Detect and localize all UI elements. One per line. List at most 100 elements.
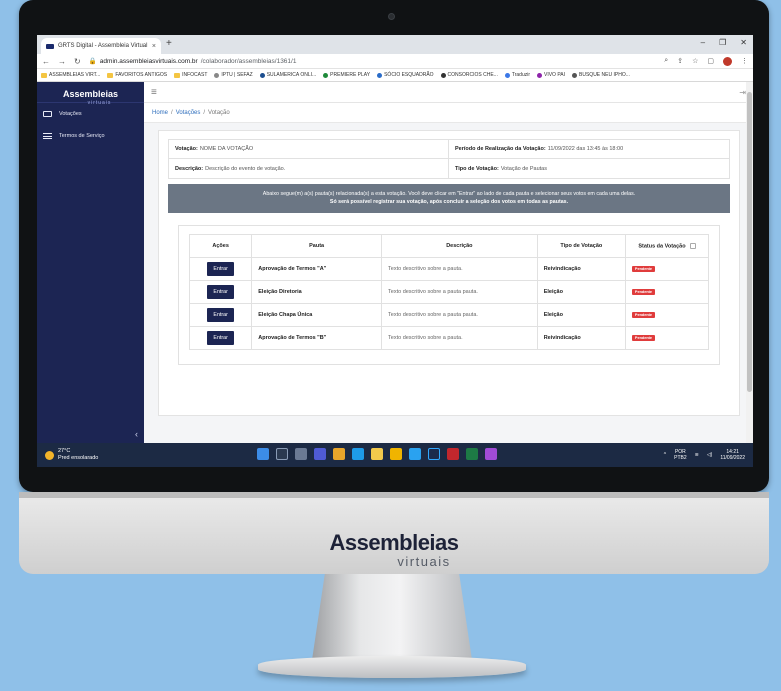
table-row: Entrar Aprovação de Termos "B" Texto des… [188, 325, 710, 350]
bookmark-item[interactable]: PREMIERE PLAY [323, 72, 370, 78]
scrollbar-thumb[interactable] [747, 92, 752, 392]
bookmark-item[interactable]: Traduzir [504, 72, 530, 78]
task-view-icon[interactable] [295, 448, 307, 460]
status-badge: Pendente [631, 311, 656, 318]
windows-start-icon[interactable] [257, 448, 269, 460]
breadcrumb: Home / Votações / Votação [144, 103, 753, 123]
col-header-descricao: Descrição [381, 233, 538, 258]
store-icon[interactable] [371, 448, 383, 460]
entrar-button[interactable]: Entrar [207, 330, 234, 345]
bookmark-item[interactable]: BUSQUE NEU IPHO... [572, 72, 630, 78]
reload-icon[interactable]: ↻ [74, 57, 81, 66]
chrome-icon[interactable] [333, 448, 345, 460]
sidebar-item-termos[interactable]: Termos de Serviço [37, 125, 144, 147]
address-bar: ← → ↻ 🔒 admin.assembleiasvirtuais.com.br… [37, 54, 753, 69]
edge-icon[interactable] [352, 448, 364, 460]
file-explorer-icon[interactable] [390, 448, 402, 460]
brand-logo[interactable]: Assembleias virtuais [37, 82, 144, 106]
back-icon[interactable]: ← [42, 57, 50, 66]
translate-icon [504, 72, 510, 78]
menu-icon[interactable]: ⋮ [741, 57, 748, 65]
url-field[interactable]: 🔒 admin.assembleiasvirtuais.com.br/colab… [89, 57, 297, 66]
chat-icon[interactable] [314, 448, 326, 460]
bookmark-icon [537, 72, 542, 78]
bookmark-icon [214, 72, 220, 78]
folder-icon [174, 72, 181, 78]
instructions-line-2: Só será possível registrar sua votação, … [329, 199, 569, 206]
browser-tab[interactable]: GRTS Digital - Assembleia Virtual × [41, 38, 161, 54]
descricao-cell: Texto descritivo sobre a pauta pauta. [381, 279, 538, 304]
weather-widget[interactable]: 27°C Pred ensolarado [45, 448, 98, 461]
bookmark-item[interactable]: ASSEMBLEIAS VIRT... [41, 72, 100, 78]
bookmark-item[interactable]: IPTU | SEFAZ [214, 72, 253, 78]
bookmark-item[interactable]: FAVORITOS ANTIGOS [107, 72, 167, 78]
weather-desc: Pred ensolarado [58, 455, 99, 461]
chevron-up-icon[interactable]: ^ [664, 452, 666, 458]
maximize-icon[interactable]: ❐ [719, 38, 726, 47]
bookmark-icon [377, 72, 383, 78]
info-periodo: Período de Realização da Votação: 11/09/2… [449, 140, 729, 159]
wifi-icon[interactable]: ≋ [695, 452, 699, 458]
address-bar-actions: ⌕ ⇪ ☆ ▢ ⋮ [664, 56, 748, 66]
bookmark-item[interactable]: VIVO PAI [537, 72, 565, 78]
photoshop-icon[interactable] [428, 448, 440, 460]
logout-icon[interactable]: ⇥ [739, 88, 746, 97]
share-icon[interactable]: ⇪ [677, 57, 683, 65]
tipo-cell: Reivindicação [536, 325, 626, 350]
acrobat-icon[interactable] [447, 448, 459, 460]
clock[interactable]: 14:21 11/09/2022 [720, 449, 745, 461]
voting-card: Votação: NOME DA VOTAÇÃO Período de Reali… [158, 130, 740, 416]
bookmark-item[interactable]: SULAMERICA ONLI... [259, 72, 316, 78]
col-header-tipo: Tipo de Votação [536, 233, 626, 258]
sidepanel-icon[interactable]: ▢ [707, 57, 714, 65]
apple-icon [572, 72, 578, 78]
minimize-icon[interactable]: – [701, 38, 705, 47]
page-scrollbar[interactable] [746, 82, 753, 443]
table-row: Entrar Aprovação de Termos "A" Texto des… [188, 256, 710, 281]
forward-icon[interactable]: → [58, 57, 66, 66]
window-controls: – ❐ ✕ [701, 38, 747, 47]
collapse-sidebar-icon[interactable]: ‹ [135, 429, 138, 439]
new-tab-button[interactable]: + [166, 38, 172, 49]
sidebar-item-votacoes[interactable]: Votações [37, 103, 144, 125]
breadcrumb-separator: / [171, 109, 173, 116]
media-icon[interactable] [485, 448, 497, 460]
monitor-chin: Assembleias virtuais [19, 492, 769, 574]
profile-avatar[interactable] [723, 56, 732, 66]
excel-icon[interactable] [466, 448, 478, 460]
sun-icon [45, 450, 54, 460]
status-badge: Pendente [631, 334, 656, 341]
breadcrumb-votacoes[interactable]: Votações [176, 110, 201, 116]
pautas-table: Ações Pauta Descrição Tipo de Votação St… [188, 233, 710, 350]
entrar-button[interactable]: Entrar [207, 284, 234, 299]
status-badge: Pendente [631, 265, 656, 272]
table-row: Entrar Eleição Diretoria Texto descritiv… [188, 279, 710, 304]
sidebar-item-label: Termos de Serviço [59, 133, 105, 139]
hamburger-icon[interactable]: ≡ [151, 87, 157, 98]
volume-icon[interactable]: ◁) [707, 452, 713, 458]
col-header-status: Status da Votação [624, 233, 710, 258]
star-icon[interactable]: ☆ [692, 57, 698, 65]
mail-icon[interactable] [409, 448, 421, 460]
tab-close-icon[interactable]: × [152, 43, 156, 50]
monitor-base [258, 656, 526, 678]
entrar-button[interactable]: Entrar [207, 261, 234, 276]
sidebar-item-label: Votações [59, 111, 82, 117]
search-icon[interactable] [276, 448, 288, 460]
table-row: Entrar Eleição Chapa Única Texto descrit… [188, 302, 710, 327]
bookmark-item[interactable]: INFOCAST [174, 72, 207, 78]
entrar-button[interactable]: Entrar [207, 307, 234, 322]
close-window-icon[interactable]: ✕ [740, 38, 747, 47]
tipo-cell: Reivindicação [536, 256, 626, 281]
info-descricao: Descrição: Descrição do evento de votação… [169, 159, 449, 178]
bookmark-item[interactable]: SÓCIO ESQUADRÃO [377, 72, 434, 78]
breadcrumb-home[interactable]: Home [152, 110, 168, 116]
pauta-cell: Aprovação de Termos "B" [251, 325, 383, 350]
bookmark-item[interactable]: CONSORCIOS CHE... [440, 72, 498, 78]
main: ≡ ⇥ Home / Votações / Votação Votação: NO… [144, 82, 753, 443]
search-icon[interactable]: ⌕ [664, 57, 668, 65]
language-indicator[interactable]: POR PTB2 [674, 449, 687, 461]
descricao-cell: Texto descritivo sobre a pauta. [381, 256, 538, 281]
info-icon[interactable] [689, 242, 696, 249]
url-path: /colaborador/assembleias/1361/1 [200, 57, 297, 65]
